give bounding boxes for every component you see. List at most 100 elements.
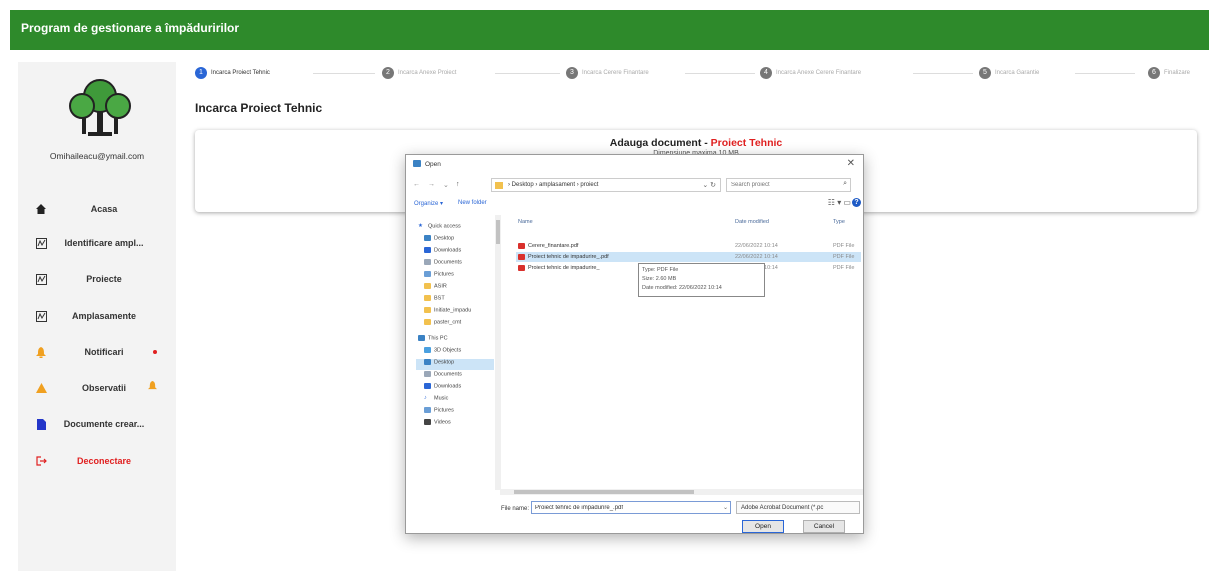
sidebar-item-notificari[interactable]: Notificari	[18, 341, 176, 363]
nav-scrollbar[interactable]	[495, 215, 501, 490]
sidebar-item-identificare[interactable]: Identificare ampl...	[18, 232, 176, 254]
documents-icon	[424, 259, 431, 265]
sidebar-item-documente[interactable]: Documente crear...	[18, 413, 176, 435]
nav-desktop[interactable]: Desktop	[424, 235, 454, 246]
file-row[interactable]: Cerere_finantare.pdf 22/06/2022 10:14 PD…	[516, 241, 861, 251]
nav-label: Documents	[434, 371, 462, 378]
dialog-titlebar[interactable]: Open ✕	[406, 155, 863, 173]
nav-pictures-pc[interactable]: Pictures	[424, 407, 454, 418]
nav-documents-pc[interactable]: Documents	[424, 371, 462, 382]
horizontal-scrollbar[interactable]	[500, 489, 863, 495]
sidebar-item-label: Amplasamente	[71, 311, 137, 321]
view-options-icon[interactable]: ☷ ▾ ▭	[828, 198, 851, 207]
filename-field[interactable]: ⌄	[531, 501, 731, 514]
step-number: 2	[382, 67, 394, 79]
tooltip-line: Date modified: 22/06/2022 10:14	[642, 285, 722, 291]
nav-this-pc[interactable]: This PC	[418, 335, 448, 346]
nav-pictures[interactable]: Pictures	[424, 271, 454, 282]
scroll-thumb[interactable]	[496, 220, 500, 244]
up-icon[interactable]: ↑	[456, 181, 460, 188]
file-row-selected[interactable]: Proiect tehnic de impadurire_.pdf 22/06/…	[516, 252, 861, 262]
column-header-date[interactable]: Date modified	[735, 219, 769, 225]
nav-label: Documents	[434, 259, 462, 266]
tooltip-line: Size: 2.60 MB	[642, 276, 677, 282]
file-type: PDF File	[833, 254, 855, 260]
nav-3d-objects[interactable]: 3D Objects	[424, 347, 461, 358]
open-file-dialog: Open ✕ ← → ⌄ ↑ › Desktop › amplasament ›…	[405, 154, 864, 534]
new-folder-button[interactable]: New folder	[458, 200, 487, 206]
sidebar-item-observatii[interactable]: Observatii	[18, 377, 176, 399]
column-header-name[interactable]: Name	[518, 219, 533, 225]
sidebar-item-label: Documente crear...	[63, 419, 145, 429]
step-label: Finalizare	[1164, 70, 1191, 76]
nav-desktop-pc[interactable]: Desktop	[416, 359, 494, 370]
nav-folder-initiate[interactable]: Initiate_impadu	[424, 307, 471, 318]
folder-icon	[424, 283, 431, 289]
nav-folder-asir[interactable]: ASIR	[424, 283, 447, 294]
recent-icon[interactable]: ⌄	[443, 181, 449, 189]
refresh-icon[interactable]: ⌄ ↻	[702, 181, 716, 189]
nav-documents[interactable]: Documents	[424, 259, 462, 270]
breadcrumb-item[interactable]: Desktop	[512, 182, 534, 188]
step-connector	[495, 73, 560, 74]
breadcrumb-item[interactable]: amplasament	[539, 182, 575, 188]
file-date: 22/06/2022 10:14	[735, 254, 778, 260]
search-input[interactable]	[727, 179, 832, 191]
forward-icon[interactable]: →	[428, 181, 435, 188]
cancel-button[interactable]: Cancel	[803, 520, 845, 533]
sidebar-item-amplasamente[interactable]: Amplasamente	[18, 305, 176, 327]
breadcrumb-item[interactable]: proiect	[580, 182, 598, 188]
nav-label: ASIR	[434, 283, 447, 290]
map-icon	[34, 309, 48, 323]
help-icon[interactable]: ?	[852, 198, 861, 207]
step-label: Incarca Anexe Cerere Finantare	[776, 70, 862, 76]
documents-icon	[424, 371, 431, 377]
step-connector	[685, 73, 755, 74]
close-icon[interactable]: ✕	[847, 158, 855, 169]
breadcrumb: › Desktop › amplasament › proiect	[508, 182, 599, 188]
trees-logo-icon	[69, 79, 131, 136]
navigation-pane: ★ Quick access Desktop Downloads Document…	[412, 215, 494, 490]
map-icon	[34, 272, 48, 286]
nav-folder-bst[interactable]: BST	[424, 295, 445, 306]
nav-label: This PC	[428, 335, 448, 342]
pdf-icon	[518, 265, 525, 271]
nav-music[interactable]: ♪ Music	[424, 395, 448, 406]
back-icon[interactable]: ←	[413, 181, 420, 188]
music-icon: ♪	[424, 395, 427, 401]
desktop-icon	[424, 359, 431, 365]
nav-quick-access[interactable]: ★ Quick access	[418, 223, 461, 234]
sidebar-item-label: Notificari	[84, 347, 124, 357]
nav-downloads[interactable]: Downloads	[424, 247, 461, 258]
address-bar[interactable]: › Desktop › amplasament › proiect ⌄ ↻	[491, 178, 721, 192]
column-header-type[interactable]: Type	[833, 219, 845, 225]
file-name: Cerere_finantare.pdf	[528, 243, 579, 249]
sidebar-item-label: Acasa	[90, 204, 118, 214]
user-email: Omihaileacu@ymail.com	[49, 151, 145, 161]
organize-button[interactable]: Organize ▾	[414, 200, 443, 207]
search-icon: ⌕	[843, 180, 847, 187]
logout-icon	[34, 454, 48, 468]
chevron-down-icon[interactable]: ⌄	[723, 504, 728, 511]
file-tooltip: Type: PDF File Size: 2.60 MB Date modifi…	[638, 263, 765, 297]
scroll-thumb[interactable]	[514, 490, 694, 494]
pictures-icon	[424, 271, 431, 277]
pdf-icon	[518, 243, 525, 249]
file-type-select[interactable]: Adobe Acrobat Document (*.pc	[736, 501, 860, 514]
step-number: 4	[760, 67, 772, 79]
sidebar-item-acasa[interactable]: Acasa	[18, 198, 176, 220]
nav-videos[interactable]: Videos	[424, 419, 451, 430]
sidebar-item-proiecte[interactable]: Proiecte	[18, 268, 176, 290]
nav-folder-paster[interactable]: paster_cmt	[424, 319, 461, 330]
page-title: Incarca Proiect Tehnic	[195, 101, 323, 115]
folder-icon	[424, 319, 431, 325]
step-connector	[313, 73, 375, 74]
nav-downloads-pc[interactable]: Downloads	[424, 383, 461, 394]
app-bar: Program de gestionare a împăduririlor	[10, 10, 1209, 50]
nav-label: Desktop	[434, 359, 455, 366]
filename-input[interactable]	[532, 502, 720, 513]
notification-dot	[153, 350, 157, 354]
open-button[interactable]: Open	[742, 520, 784, 533]
search-field[interactable]: ⌕	[726, 178, 851, 192]
sidebar-item-deconectare[interactable]: Deconectare	[18, 450, 176, 472]
